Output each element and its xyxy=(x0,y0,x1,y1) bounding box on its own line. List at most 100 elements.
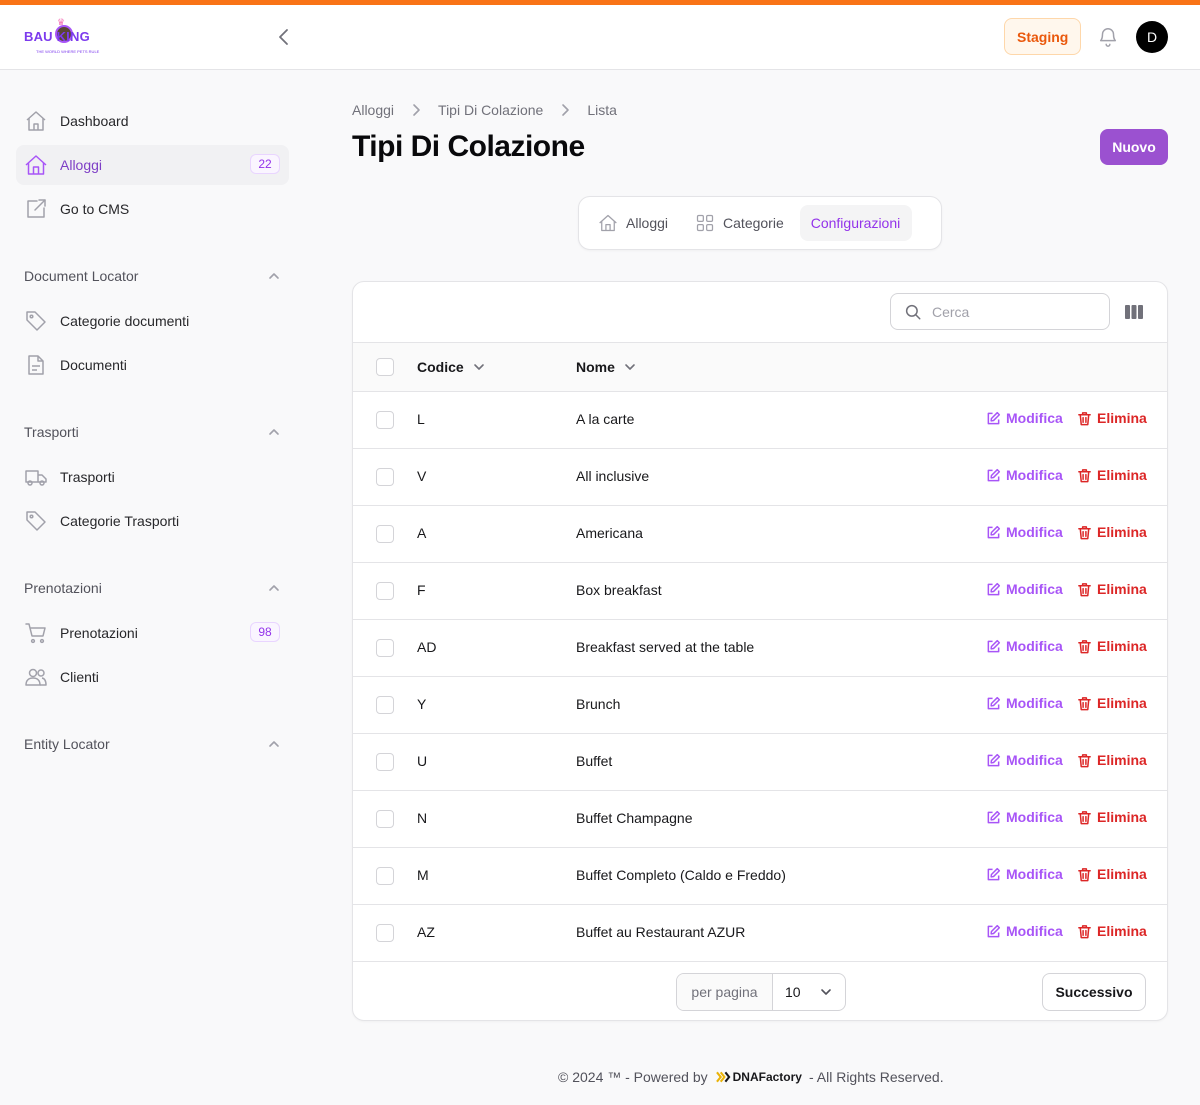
group-title: Prenotazioni xyxy=(24,580,102,596)
column-label: Codice xyxy=(417,359,464,375)
row-checkbox[interactable] xyxy=(376,696,394,714)
delete-button[interactable]: Elimina xyxy=(1077,809,1147,825)
delete-button[interactable]: Elimina xyxy=(1077,866,1147,882)
delete-label: Elimina xyxy=(1097,638,1147,654)
home-icon xyxy=(26,111,46,131)
delete-button[interactable]: Elimina xyxy=(1077,923,1147,939)
delete-button[interactable]: Elimina xyxy=(1077,638,1147,654)
row-checkbox[interactable] xyxy=(376,867,394,885)
new-button[interactable]: Nuovo xyxy=(1100,129,1168,165)
columns-icon[interactable] xyxy=(1124,302,1144,322)
row-checkbox[interactable] xyxy=(376,582,394,600)
per-page-dropdown[interactable]: 10 xyxy=(773,974,845,1010)
edit-button[interactable]: Modifica xyxy=(986,581,1063,597)
sidebar-item-dashboard[interactable]: Dashboard xyxy=(16,101,289,141)
edit-button[interactable]: Modifica xyxy=(986,524,1063,540)
column-header-codice[interactable]: Codice xyxy=(417,359,486,375)
delete-button[interactable]: Elimina xyxy=(1077,524,1147,540)
row-checkbox[interactable] xyxy=(376,639,394,657)
edit-icon xyxy=(987,639,1001,652)
group-entity-locator[interactable]: Entity Locator xyxy=(24,736,281,752)
delete-label: Elimina xyxy=(1097,866,1147,882)
cart-icon xyxy=(25,623,46,644)
sidebar-item-trasporti[interactable]: Trasporti xyxy=(16,457,289,497)
row-checkbox[interactable] xyxy=(376,753,394,771)
next-page-button[interactable]: Successivo xyxy=(1042,973,1146,1011)
column-header-nome[interactable]: Nome xyxy=(576,359,637,375)
sidebar-item-clienti[interactable]: Clienti xyxy=(16,657,289,697)
edit-button[interactable]: Modifica xyxy=(986,695,1063,711)
bell-icon[interactable] xyxy=(1097,26,1119,48)
trash-icon xyxy=(1078,582,1091,596)
sidebar-item-go-to-cms[interactable]: Go to CMS xyxy=(16,189,289,229)
cell-code: AZ xyxy=(417,924,435,940)
edit-button[interactable]: Modifica xyxy=(986,866,1063,882)
search-input[interactable] xyxy=(932,303,1092,320)
row-checkbox[interactable] xyxy=(376,810,394,828)
row-checkbox[interactable] xyxy=(376,468,394,486)
sidebar-item-label: Trasporti xyxy=(60,469,115,485)
group-prenotazioni[interactable]: Prenotazioni xyxy=(24,580,281,596)
logo[interactable]: ♛ BAU KING THE WORLD WHERE PETS RULE xyxy=(24,17,106,59)
edit-label: Modifica xyxy=(1006,524,1063,540)
table-row: F Box breakfast Modifica Elimina xyxy=(353,563,1167,620)
sidebar-item-label: Categorie documenti xyxy=(60,313,190,329)
chevron-right-icon xyxy=(562,104,570,116)
dnafactory-logo[interactable]: DNAFactory xyxy=(715,1070,802,1084)
edit-label: Modifica xyxy=(1006,923,1063,939)
delete-button[interactable]: Elimina xyxy=(1077,581,1147,597)
select-all-checkbox[interactable] xyxy=(376,358,394,376)
group-document-locator[interactable]: Document Locator xyxy=(24,268,281,284)
edit-button[interactable]: Modifica xyxy=(986,752,1063,768)
group-trasporti[interactable]: Trasporti xyxy=(24,424,281,440)
trash-icon xyxy=(1078,867,1091,881)
edit-icon xyxy=(987,753,1001,766)
trash-icon xyxy=(1078,810,1091,824)
environment-badge[interactable]: Staging xyxy=(1004,18,1082,55)
tab-configurazioni[interactable]: Configurazioni xyxy=(799,205,913,241)
edit-label: Modifica xyxy=(1006,809,1063,825)
delete-button[interactable]: Elimina xyxy=(1077,695,1147,711)
sidebar-item-alloggi[interactable]: Alloggi 22 xyxy=(16,145,289,185)
table-row: L A la carte Modifica Elimina xyxy=(353,392,1167,449)
chevron-down-icon xyxy=(821,989,831,995)
cell-code: F xyxy=(417,582,426,598)
delete-button[interactable]: Elimina xyxy=(1077,467,1147,483)
edit-button[interactable]: Modifica xyxy=(986,410,1063,426)
tab-label: Categorie xyxy=(723,215,784,231)
edit-button[interactable]: Modifica xyxy=(986,638,1063,654)
cell-name: Brunch xyxy=(576,696,621,712)
chevron-up-icon xyxy=(269,273,279,279)
edit-icon xyxy=(987,582,1001,595)
search-box[interactable] xyxy=(890,293,1110,330)
breadcrumb-item[interactable]: Tipi Di Colazione xyxy=(438,102,543,118)
edit-button[interactable]: Modifica xyxy=(986,809,1063,825)
cell-name: Buffet xyxy=(576,753,613,769)
row-checkbox[interactable] xyxy=(376,525,394,543)
per-page-select[interactable]: per pagina 10 xyxy=(676,973,846,1011)
edit-label: Modifica xyxy=(1006,752,1063,768)
edit-button[interactable]: Modifica xyxy=(986,467,1063,483)
tab-categorie[interactable]: Categorie xyxy=(684,205,796,241)
chevron-left-icon xyxy=(279,29,288,45)
row-checkbox[interactable] xyxy=(376,924,394,942)
cell-name: Breakfast served at the table xyxy=(576,639,755,655)
sidebar-collapse-button[interactable] xyxy=(274,25,294,49)
row-checkbox[interactable] xyxy=(376,411,394,429)
tab-alloggi[interactable]: Alloggi xyxy=(587,205,680,241)
sidebar-item-documenti[interactable]: Documenti xyxy=(16,345,289,385)
cell-name: Buffet au Restaurant AZUR xyxy=(576,924,746,940)
avatar[interactable]: D xyxy=(1136,21,1168,53)
sidebar-item-prenotazioni[interactable]: Prenotazioni 98 xyxy=(16,613,289,653)
edit-button[interactable]: Modifica xyxy=(986,923,1063,939)
delete-button[interactable]: Elimina xyxy=(1077,410,1147,426)
edit-icon xyxy=(987,696,1001,709)
sidebar-item-categorie-trasporti[interactable]: Categorie Trasporti xyxy=(16,501,289,541)
sidebar-item-categorie-documenti[interactable]: Categorie documenti xyxy=(16,301,289,341)
dnafactory-brand: DNAFactory xyxy=(732,1070,802,1084)
delete-button[interactable]: Elimina xyxy=(1077,752,1147,768)
edit-label: Modifica xyxy=(1006,638,1063,654)
logo-tagline: THE WORLD WHERE PETS RULE xyxy=(36,49,100,54)
count-badge: 22 xyxy=(250,154,280,174)
breadcrumb-item[interactable]: Alloggi xyxy=(352,102,394,118)
